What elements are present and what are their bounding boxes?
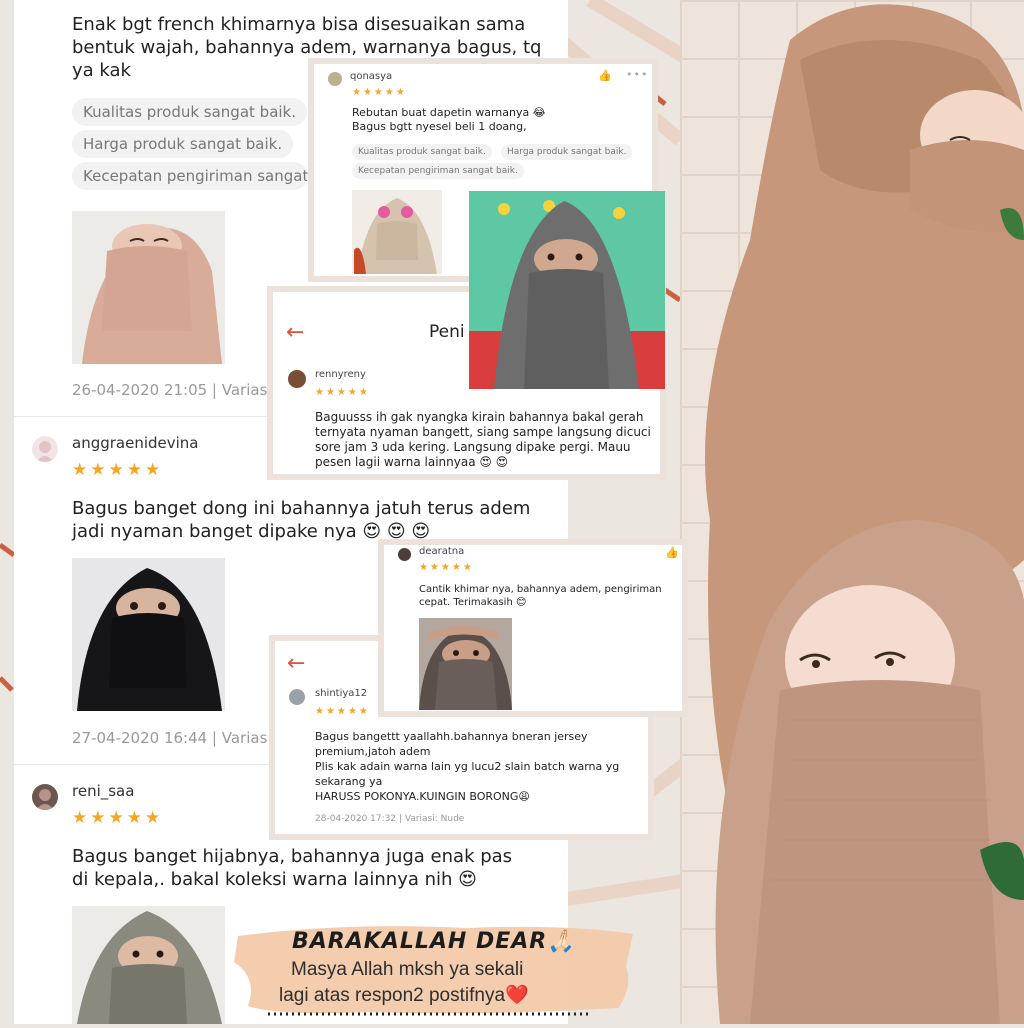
more-dots-icon[interactable]: ••• (626, 68, 648, 81)
avatar[interactable] (32, 784, 58, 810)
review-date: 27-04-2020 16:44 | Varias (72, 729, 267, 747)
star-rating: ★★★★★ (315, 706, 370, 717)
banner-line: Masya Allah mksh ya sekali (291, 959, 524, 980)
review-tag[interactable]: Kecepatan pengiriman sangat baik. (352, 163, 524, 179)
banner-title: BARAKALLAH DEAR🙏🏻 (292, 929, 576, 954)
review-text: Cantik khimar nya, bahannya adem, pengir… (419, 584, 662, 608)
avatar[interactable] (32, 436, 58, 462)
review-photo-overlay (469, 191, 665, 389)
banner-line: lagi atas respon2 postifnya❤️ (279, 985, 529, 1006)
username[interactable]: qonasya (350, 71, 392, 82)
review-tag[interactable]: Kualitas produk sangat baik. (72, 98, 308, 126)
arrow-left-icon[interactable]: ← (286, 322, 304, 344)
review-photo[interactable] (72, 558, 225, 711)
review-text: Bagus banget hijabnya, bahannya juga ena… (72, 846, 513, 890)
review-photo[interactable] (72, 906, 225, 1024)
thumbs-up-icon[interactable]: 👍 (598, 69, 612, 82)
avatar[interactable] (288, 370, 306, 388)
star-rating: ★★★★★ (72, 808, 164, 828)
review-photo[interactable] (419, 618, 512, 710)
arrow-left-icon[interactable]: ← (287, 653, 305, 675)
username[interactable]: reni_saa (72, 782, 134, 800)
avatar[interactable] (398, 548, 411, 561)
star-rating: ★★★★★ (419, 562, 474, 573)
review-text: Bagus bangettt yaallahh.bahannya bneran … (315, 730, 620, 803)
username[interactable]: rennyreny (315, 369, 366, 380)
review-tag[interactable]: Kecepatan pengiriman sangat (72, 162, 308, 190)
avatar[interactable] (328, 72, 342, 86)
review-tag[interactable]: Harga produk sangat baik. (72, 130, 294, 158)
model-photo (680, 0, 1024, 1024)
thumbs-up-icon[interactable]: 👍 (665, 546, 679, 559)
page-title: Peni (429, 322, 465, 342)
review-text: Bagus banget dong ini bahannya jatuh ter… (72, 498, 531, 542)
review-tag[interactable]: Kualitas produk sangat baik. (352, 144, 492, 160)
avatar[interactable] (289, 689, 305, 705)
review-photo[interactable] (72, 211, 225, 364)
review-photo[interactable] (352, 190, 442, 274)
username[interactable]: shintiya12 (315, 688, 367, 699)
review-text: Rebutan buat dapetin warnanya 😂 Bagus bg… (352, 106, 546, 133)
username[interactable]: anggraenidevina (72, 434, 199, 452)
review-date: 26-04-2020 21:05 | Varias (72, 381, 267, 399)
star-rating: ★★★★★ (315, 387, 370, 398)
review-text: Baguusss ih gak nyangka kirain bahannya … (315, 410, 651, 469)
review-tag[interactable]: Harga produk sangat baik. (501, 144, 633, 160)
review-date: 28-04-2020 17:32 | Variasi: Nude (315, 814, 465, 824)
star-rating: ★★★★★ (352, 87, 407, 98)
star-rating: ★★★★★ (72, 460, 164, 480)
username[interactable]: dearatna (419, 546, 464, 557)
